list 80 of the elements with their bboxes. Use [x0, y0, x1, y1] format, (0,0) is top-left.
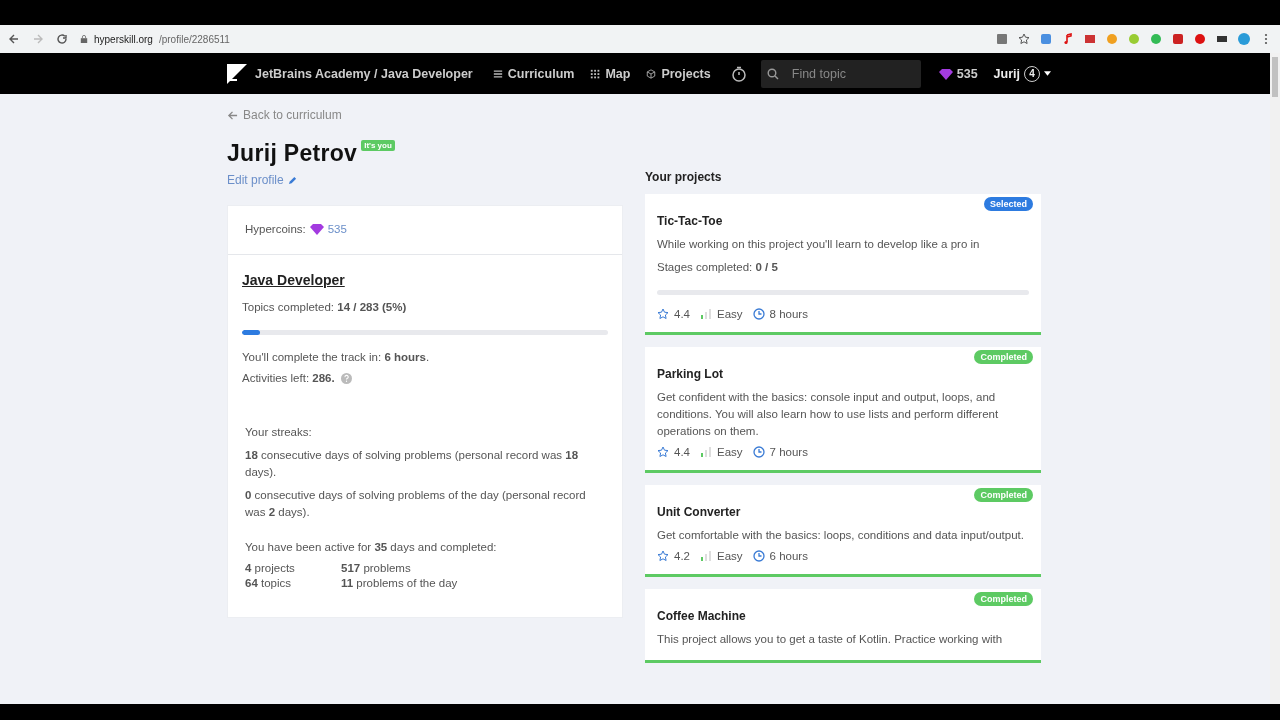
project-description: While working on this project you'll learn to develop like a pro in — [657, 237, 981, 252]
caret-icon — [1044, 71, 1051, 76]
address-bar[interactable]: hyperskill.org /profile/2286511 — [80, 33, 984, 45]
difficulty: Easy — [717, 308, 743, 320]
grid-icon — [590, 68, 601, 79]
nav-link[interactable]: Projects — [646, 66, 711, 81]
total-count: 64 topics — [245, 577, 293, 589]
project-description: Get confident with the basics: console input and output, loops, and conditions. You will also learn how to use lists and perform different operations on them. — [657, 390, 1000, 439]
project-card[interactable]: Completed Parking Lot Get confident with the basics: console input and output, loops, and conditions. You will also learn how to use lists and perform different operations on them. 4.4 Easy 7 hours — [645, 347, 1041, 473]
account-icon[interactable] — [1238, 33, 1250, 45]
status-badge: Completed — [974, 592, 1033, 606]
streak-text: 18 consecutive days of solving problems (personal record was 18 days). — [245, 448, 580, 480]
rating: 4.4 — [674, 446, 690, 458]
profile-name: Jurij Petrov — [227, 140, 358, 167]
search-field[interactable]: Find topic — [760, 59, 921, 88]
project-description: Get comfortable with the basics: loops, conditions and data input/output. — [657, 528, 1025, 543]
topics-completed: Topics completed: 14 / 283 (5%) — [242, 300, 408, 315]
arrow-left-icon — [227, 109, 238, 121]
nav-link[interactable]: Map — [590, 66, 631, 81]
user-menu[interactable]: Jurij 4 — [993, 65, 1051, 82]
difficulty-icon — [700, 446, 712, 458]
project-card[interactable]: Completed Coffee Machine This project allows you to get a taste of Kotlin. Practice working with — [645, 589, 1041, 663]
project-title: Unit Converter — [657, 505, 742, 519]
section-heading: Your projects — [645, 170, 723, 184]
duration: 6 hours — [769, 550, 808, 562]
activities-left: Activities left: 286. — [242, 372, 335, 384]
gem-count: 535 — [956, 66, 978, 81]
hypercoins-label: Hypercoins: — [245, 223, 306, 235]
total-count: 11 problems of the day — [341, 577, 459, 589]
streaks-heading: Your streaks: — [245, 425, 313, 440]
difficulty-icon — [700, 308, 712, 320]
project-description: This project allows you to get a taste of Kotlin. Practice working with — [657, 632, 1004, 647]
completion-estimate: You'll complete the track in: 6 hours. — [242, 350, 431, 365]
project-title: Parking Lot — [657, 367, 724, 381]
clock-icon — [752, 308, 765, 320]
duration: 8 hours — [769, 308, 808, 320]
stopwatch-icon[interactable] — [730, 65, 747, 82]
duration: 7 hours — [769, 446, 808, 458]
project-card[interactable]: Selected Tic-Tac-Toe While working on this project you'll learn to develop like a pro in Stages completed: 0 / 5 4.4 Easy 8 hours — [645, 194, 1041, 335]
project-card[interactable]: Completed Unit Converter Get comfortable with the basics: loops, conditions and data input/output. 4.2 Easy 6 hours — [645, 485, 1041, 577]
reload-icon[interactable] — [56, 33, 68, 45]
difficulty: Easy — [717, 446, 743, 458]
gem-icon — [309, 223, 324, 235]
status-badge: It's you — [361, 140, 395, 151]
brand-link[interactable]: JetBrains Academy / Java Developer — [255, 66, 473, 81]
clock-icon — [752, 550, 765, 562]
search-icon — [766, 67, 779, 80]
gem-icon — [938, 67, 953, 80]
pencil-icon — [287, 175, 297, 185]
hypercoins-value: 535 — [327, 223, 347, 235]
list-icon — [492, 68, 503, 79]
logo-icon[interactable] — [227, 63, 247, 84]
star-icon — [657, 308, 669, 320]
star-icon — [657, 550, 669, 562]
project-title: Coffee Machine — [657, 609, 747, 623]
back-icon[interactable] — [8, 33, 20, 45]
extension-icon[interactable] — [1216, 33, 1228, 45]
stages-completed: Stages completed: 0 / 5 — [657, 260, 779, 275]
difficulty: Easy — [717, 550, 743, 562]
difficulty-icon — [700, 550, 712, 562]
rating: 4.2 — [674, 550, 690, 562]
clock-icon — [752, 446, 765, 458]
total-count: 4 projects — [245, 562, 296, 574]
total-count: 517 problems — [341, 562, 412, 574]
track-link[interactable]: Java Developer — [242, 272, 345, 288]
project-title: Tic-Tac-Toe — [657, 214, 724, 228]
nav-link[interactable]: Curriculum — [492, 66, 575, 81]
star-icon — [657, 446, 669, 458]
lock-icon — [80, 34, 88, 44]
activity-summary: You have been active for 35 days and completed: — [245, 540, 498, 555]
streak-text: 0 consecutive days of solving problems of the day (personal record was 2 days). — [245, 488, 587, 520]
rating: 4.4 — [674, 308, 690, 320]
status-badge: Completed — [974, 488, 1033, 502]
status-badge: Selected — [983, 197, 1033, 211]
music-note-icon[interactable] — [1062, 33, 1074, 45]
cube-icon — [646, 68, 657, 79]
scroll-bar[interactable] — [1270, 53, 1280, 704]
extension-icon[interactable] — [1172, 33, 1184, 45]
star-icon[interactable] — [1018, 33, 1030, 45]
status-badge: Completed — [974, 350, 1033, 364]
